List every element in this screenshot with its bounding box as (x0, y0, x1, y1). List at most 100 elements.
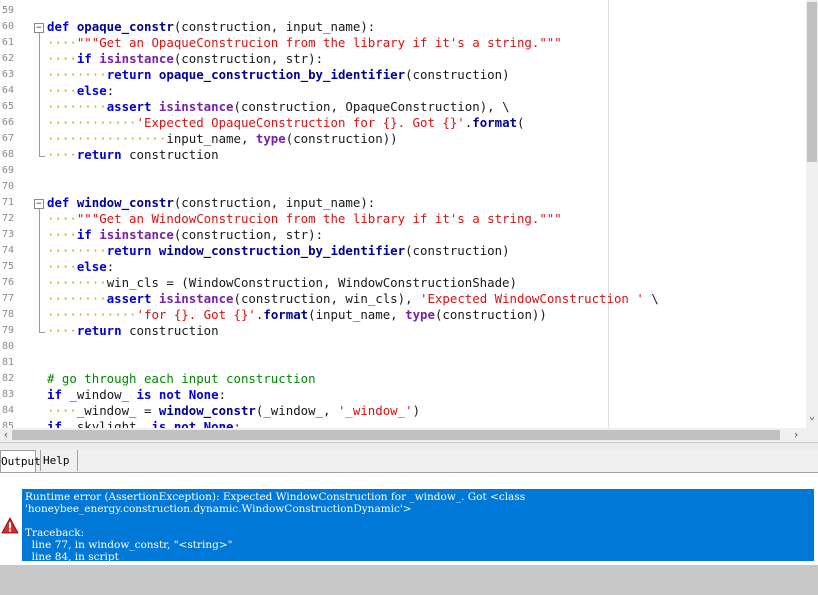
line-number: 61 (2, 37, 15, 48)
code-token: is not None (136, 387, 219, 402)
line-number: 73 (2, 229, 15, 240)
error-message[interactable]: Runtime error (AssertionException): Expe… (22, 489, 814, 563)
code-token: if (47, 419, 70, 428)
code-line[interactable]: ····else: (47, 83, 114, 99)
code-token: (construction, OpaqueConstruction), \ (233, 99, 510, 114)
code-line[interactable]: ········assert isinstance(construction, … (47, 291, 659, 307)
code-token: return (76, 147, 130, 162)
code-line[interactable]: # go through each input construction (47, 371, 316, 387)
code-token: (construction)) (285, 131, 398, 146)
line-number: 82 (2, 373, 15, 384)
code-token: (construction, str): (173, 51, 324, 66)
code-line[interactable]: ········win_cls = (WindowConstruction, W… (47, 275, 517, 291)
code-line[interactable]: ········assert isinstance(construction, … (47, 99, 510, 115)
code-token: format (472, 115, 517, 130)
scrollbar-corner (806, 428, 818, 442)
code-token: 'for {}. Got {}' (136, 307, 256, 322)
code-token: ) (412, 403, 421, 418)
output-panel: Runtime error (AssertionException): Expe… (0, 473, 818, 565)
code-line[interactable]: ····if isinstance(construction, str): (47, 227, 323, 243)
line-number: 68 (2, 149, 15, 160)
line-number: 64 (2, 85, 15, 96)
status-area (0, 565, 818, 595)
code-token: isinstance (158, 291, 234, 306)
code-line[interactable]: def window_constr(construction, input_na… (47, 195, 375, 211)
code-line[interactable]: ····"""Get an WindowConstrucion from the… (47, 211, 562, 227)
code-token: (construction, input_name): (173, 19, 376, 34)
code-line[interactable]: ····"""Get an OpaqueConstrucion from the… (47, 35, 562, 51)
code-line[interactable]: ····return construction (47, 323, 219, 339)
indent-guide: ···· (47, 147, 77, 162)
code-token: format (263, 307, 309, 322)
fold-guide-end (39, 332, 45, 333)
code-token: (construction, str): (173, 227, 324, 242)
indent-guide: ···· (47, 35, 77, 50)
code-editor[interactable]: def opaque_constr(construction, input_na… (0, 0, 818, 428)
scroll-right-arrow-icon[interactable]: › (788, 428, 804, 442)
fold-toggle-icon[interactable]: − (34, 199, 44, 209)
indent-guide: ········ (47, 275, 107, 290)
line-number: 85 (2, 421, 15, 428)
code-token: return (106, 67, 159, 82)
code-token: def (47, 195, 77, 210)
code-token: else (76, 259, 107, 274)
code-line[interactable]: ············'Expected OpaqueConstruction… (47, 115, 524, 131)
indent-guide: ···· (47, 51, 77, 66)
line-number: 67 (2, 133, 15, 144)
indent-guide: ········ (47, 243, 107, 258)
output-tab-bar: Output Help (0, 450, 818, 473)
indent-guide: ···· (47, 323, 77, 338)
code-token: _skylight_ (69, 419, 152, 428)
fold-guide-end (39, 156, 45, 157)
warning-triangle-icon (1, 517, 19, 534)
code-line[interactable]: ····return construction (47, 147, 219, 163)
scroll-down-arrow-icon[interactable]: ⌄ (806, 410, 818, 424)
fold-guide (39, 33, 40, 156)
line-number: 63 (2, 69, 15, 80)
code-token: (input_name, (308, 307, 406, 322)
line-number: 81 (2, 357, 15, 368)
scroll-left-arrow-icon[interactable]: ‹ (0, 428, 12, 442)
indent-guide: ········ (47, 99, 107, 114)
indent-guide: ···· (47, 227, 77, 242)
code-token: return (76, 323, 130, 338)
code-token: _window_ (69, 387, 137, 402)
indent-guide: ················ (47, 131, 167, 146)
horizontal-scroll-thumb[interactable] (12, 430, 780, 440)
tab-help[interactable]: Help (40, 450, 78, 471)
code-line[interactable]: ················input_name, type(constru… (47, 131, 398, 147)
indent-guide: ···· (47, 259, 77, 274)
vertical-scroll-thumb[interactable] (807, 2, 817, 162)
code-token: else (76, 83, 107, 98)
code-line[interactable]: ············'for {}. Got {}'.format(inpu… (47, 307, 547, 323)
traceback-line-2: line 84, in script (25, 551, 119, 563)
code-line[interactable]: if _window_ is not None: (47, 387, 226, 403)
code-token: """Get an WindowConstrucion from the lib… (76, 211, 562, 226)
line-number: 65 (2, 101, 15, 112)
line-number: 75 (2, 261, 15, 272)
code-token: assert (106, 99, 159, 114)
code-token: def (47, 19, 77, 34)
tab-output[interactable]: Output (0, 450, 41, 472)
code-line[interactable]: ········return opaque_construction_by_id… (47, 67, 510, 83)
code-token: 'Expected WindowConstruction ' (420, 291, 644, 306)
fold-toggle-icon[interactable]: − (34, 23, 44, 33)
code-line[interactable]: ········return window_construction_by_id… (47, 243, 510, 259)
code-line[interactable]: if _skylight_ is not None: (47, 419, 241, 428)
code-token: (construction, win_cls), (233, 291, 421, 306)
code-line[interactable]: ····if isinstance(construction, str): (47, 51, 323, 67)
line-number: 60 (2, 21, 15, 32)
code-line[interactable]: ····else: (47, 259, 114, 275)
code-token: """Get an OpaqueConstrucion from the lib… (76, 35, 562, 50)
code-token: : (233, 419, 241, 428)
code-token: : (218, 387, 227, 402)
code-token: if (76, 51, 100, 66)
code-token: construction (129, 323, 219, 338)
indent-guide: ············ (47, 115, 137, 130)
code-token: # go through each input construction (47, 371, 316, 386)
code-line[interactable]: ····_window_ = window_constr(_window_, '… (47, 403, 420, 419)
error-line-2: 'honeybee_energy.construction.dynamic.Wi… (25, 503, 412, 515)
code-line[interactable]: def opaque_constr(construction, input_na… (47, 19, 375, 35)
code-token: isinstance (158, 99, 234, 114)
code-token: (construction, input_name): (173, 195, 376, 210)
